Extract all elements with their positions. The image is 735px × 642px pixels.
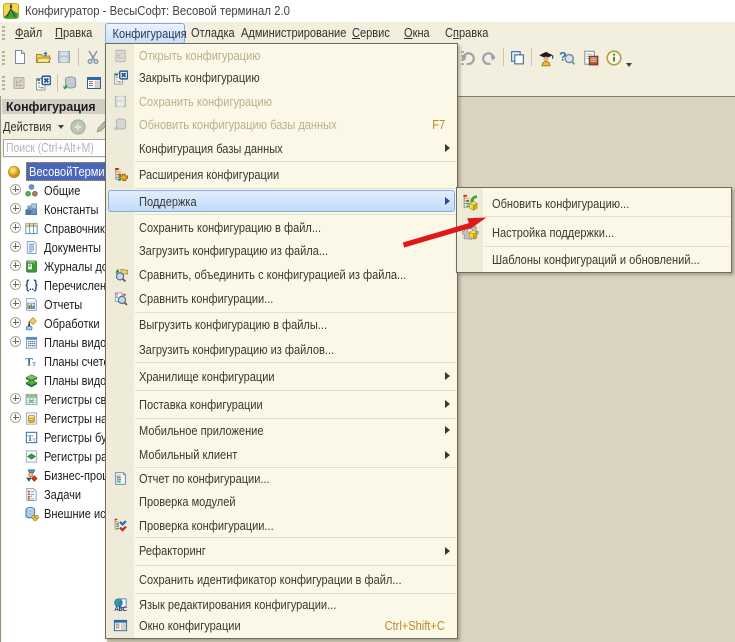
svg-text:ABC: ABC (114, 606, 127, 612)
svg-text:т: т (32, 358, 37, 368)
